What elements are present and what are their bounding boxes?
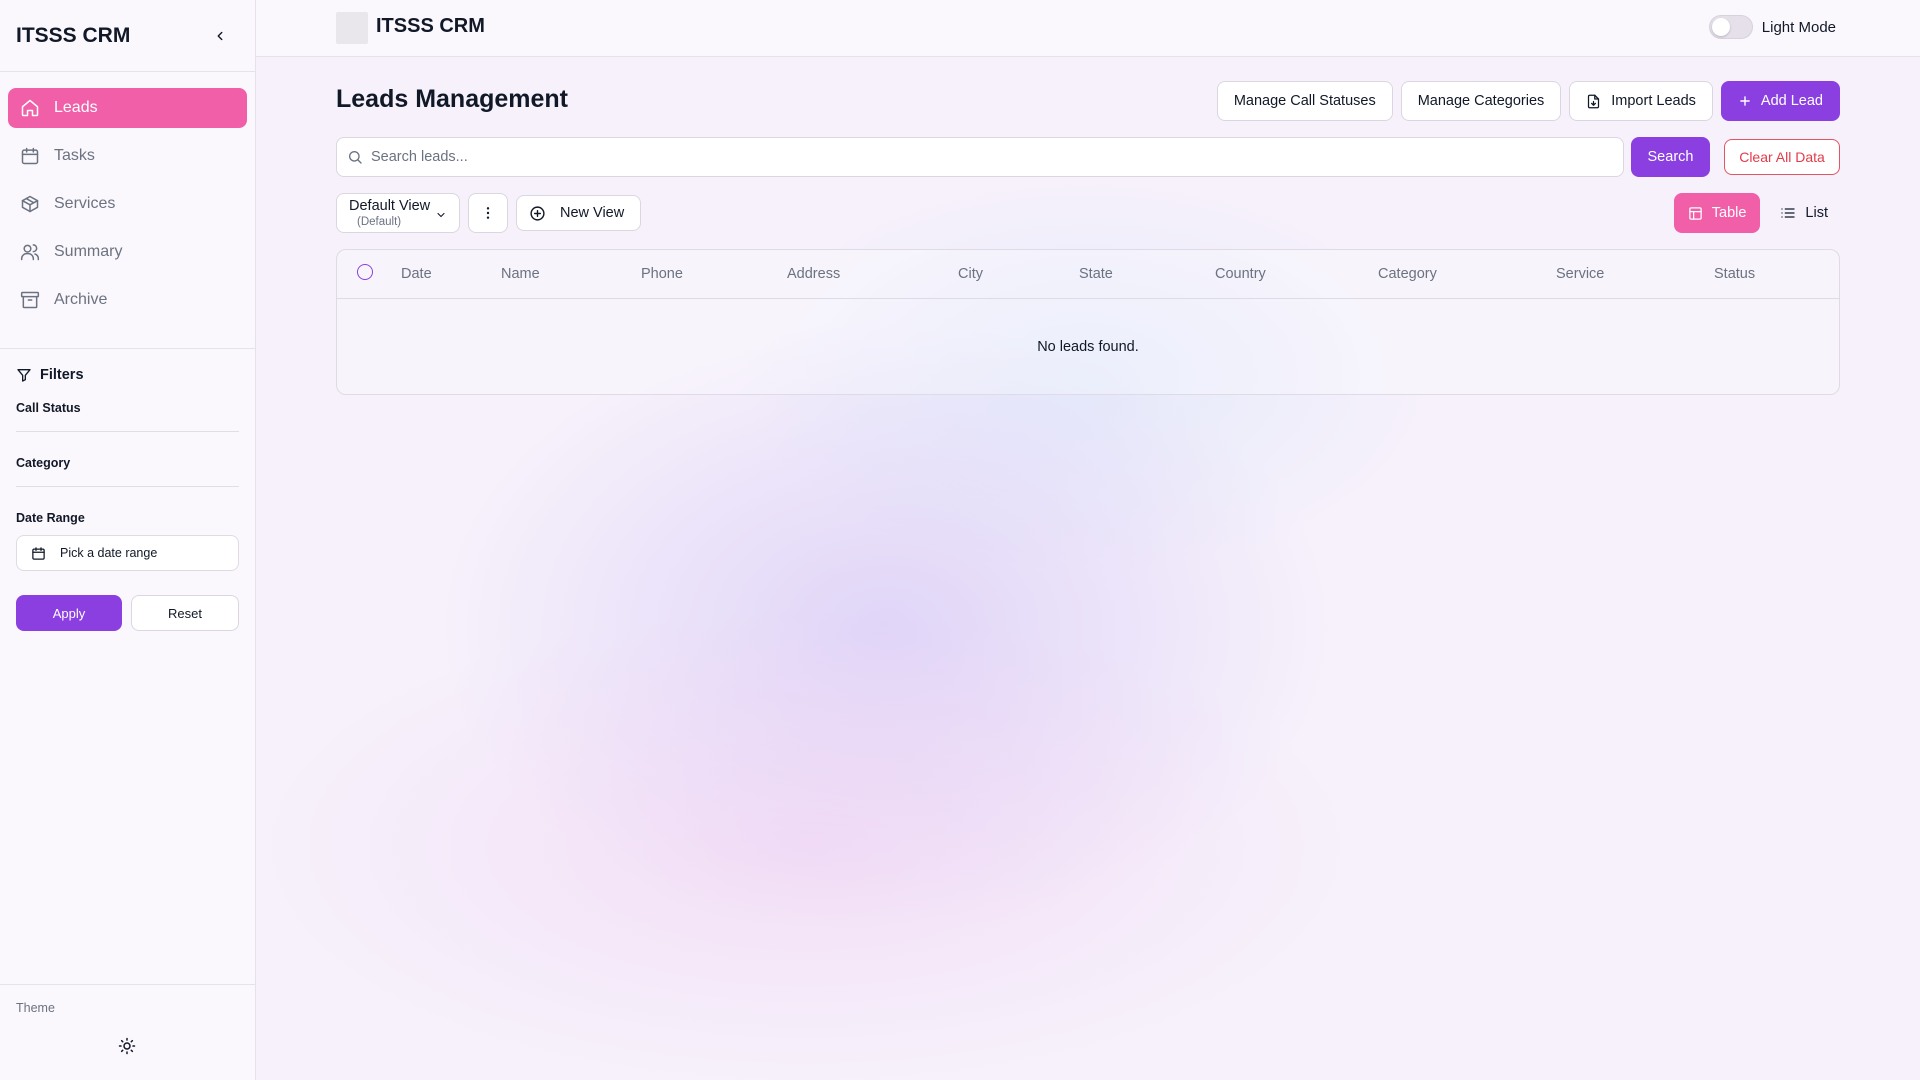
button-label: Manage Categories: [1417, 93, 1545, 109]
switch-knob: [1711, 18, 1730, 36]
sidebar-item-services[interactable]: Services: [8, 184, 247, 224]
view-name: Default View: [349, 198, 431, 214]
view-default-tag: (Default): [357, 216, 402, 228]
column-header-state[interactable]: State: [1079, 266, 1113, 282]
users-icon: [20, 244, 40, 261]
page-title: Leads Management: [336, 85, 569, 113]
sidebar-item-leads[interactable]: Leads: [8, 88, 247, 128]
column-header-status[interactable]: Status: [1714, 266, 1755, 282]
view-mode-toggle: Table List: [1673, 193, 1840, 233]
app-title: ITSSS CRM: [376, 15, 485, 37]
button-label: New View: [560, 205, 625, 221]
date-range-picker[interactable]: Pick a date range: [16, 535, 239, 571]
date-range-placeholder: Pick a date range: [60, 546, 158, 560]
add-lead-button[interactable]: Add Lead: [1720, 81, 1840, 121]
theme-label: Theme: [16, 1001, 55, 1015]
light-mode-label: Light Mode: [1761, 18, 1836, 36]
sidebar: ITSSS CRM Leads Tasks Services Summary A…: [0, 0, 256, 1080]
theme-toggle: Light Mode: [1708, 15, 1836, 39]
list-view-button[interactable]: List: [1768, 193, 1840, 233]
main-content: Leads Management Manage Call Statuses Ma…: [256, 57, 1920, 1080]
sidebar-item-archive[interactable]: Archive: [8, 280, 247, 320]
sidebar-item-label: Services: [54, 195, 116, 212]
file-import-icon: [1588, 94, 1600, 108]
list-icon: [1781, 208, 1796, 218]
button-label: List: [1805, 205, 1828, 221]
column-header-address[interactable]: Address: [787, 266, 840, 282]
search-row: Search Clear All Data: [336, 137, 1840, 177]
column-header-phone[interactable]: Phone: [641, 266, 683, 282]
sidebar-item-tasks[interactable]: Tasks: [8, 136, 247, 176]
sun-icon[interactable]: [118, 1037, 136, 1055]
sidebar-item-label: Leads: [54, 99, 98, 116]
logo: [336, 12, 368, 44]
calendar-icon: [32, 546, 45, 560]
chevron-down-icon: [437, 212, 445, 218]
sidebar-item-label: Tasks: [54, 147, 95, 164]
new-view-button[interactable]: New View: [516, 195, 641, 231]
empty-state: No leads found.: [1037, 339, 1139, 355]
filters-panel: Filters Call Status Category Date Range …: [0, 349, 255, 649]
divider: [16, 431, 239, 432]
column-header-service[interactable]: Service: [1556, 266, 1604, 282]
sidebar-header: ITSSS CRM: [0, 0, 255, 72]
column-header-city[interactable]: City: [958, 266, 983, 282]
background-glow: [256, 607, 1356, 1080]
calendar-icon: [21, 147, 39, 165]
search-icon: [349, 151, 362, 164]
divider: [16, 486, 239, 487]
search-box: [336, 137, 1624, 177]
sidebar-item-label: Summary: [54, 243, 123, 260]
search-button[interactable]: Search: [1631, 137, 1710, 177]
page-actions: Manage Call Statuses Manage Categories I…: [1216, 81, 1840, 121]
collapse-sidebar-button[interactable]: [209, 25, 231, 47]
table-view-button[interactable]: Table: [1673, 193, 1761, 233]
column-header-date[interactable]: Date: [401, 266, 432, 282]
filters-heading: Filters: [16, 367, 239, 383]
table-icon: [1689, 206, 1702, 220]
plus-icon: [1740, 96, 1750, 106]
import-leads-button[interactable]: Import Leads: [1569, 81, 1713, 121]
sidebar-footer: Theme: [0, 984, 255, 1080]
view-selector[interactable]: Default View (Default): [336, 193, 460, 233]
date-range-label: Date Range: [16, 511, 85, 525]
more-vertical-icon: [486, 207, 490, 219]
reset-filters-button[interactable]: Reset: [131, 595, 239, 631]
sidebar-item-summary[interactable]: Summary: [8, 232, 247, 272]
view-toolbar: Default View (Default) New View Table Li…: [336, 193, 1840, 233]
clear-all-data-button[interactable]: Clear All Data: [1724, 139, 1840, 175]
button-label: Table: [1711, 205, 1747, 221]
sidebar-item-label: Archive: [54, 291, 108, 308]
select-all-checkbox[interactable]: [357, 264, 373, 280]
sidebar-nav: Leads Tasks Services Summary Archive: [0, 72, 255, 349]
plus-circle-icon: [530, 205, 545, 221]
manage-categories-button[interactable]: Manage Categories: [1400, 81, 1562, 121]
chevron-left-icon: [217, 31, 223, 40]
table-header: Date Name Phone Address City State Count…: [337, 250, 1839, 299]
leads-table: Date Name Phone Address City State Count…: [336, 249, 1840, 395]
package-icon: [21, 195, 39, 213]
manage-call-statuses-button[interactable]: Manage Call Statuses: [1216, 81, 1393, 121]
category-label: Category: [16, 456, 71, 470]
button-label: Add Lead: [1760, 93, 1823, 109]
archive-icon: [20, 291, 40, 309]
filter-icon: [17, 369, 31, 382]
filters-title: Filters: [40, 367, 84, 383]
filter-actions: Apply Reset: [16, 595, 239, 631]
sidebar-brand: ITSSS CRM: [16, 23, 131, 47]
column-header-country[interactable]: Country: [1215, 266, 1266, 282]
button-label: Import Leads: [1611, 93, 1696, 109]
apply-filters-button[interactable]: Apply: [16, 595, 122, 631]
call-status-label: Call Status: [16, 401, 81, 415]
view-options-button[interactable]: [468, 193, 508, 233]
search-input[interactable]: [371, 149, 1611, 165]
column-header-name[interactable]: Name: [501, 266, 540, 282]
light-mode-switch[interactable]: [1708, 15, 1753, 39]
column-header-category[interactable]: Category: [1378, 266, 1437, 282]
topbar: ITSSS CRM Light Mode: [256, 0, 1920, 57]
home-icon: [21, 99, 39, 117]
button-label: Manage Call Statuses: [1233, 93, 1376, 109]
